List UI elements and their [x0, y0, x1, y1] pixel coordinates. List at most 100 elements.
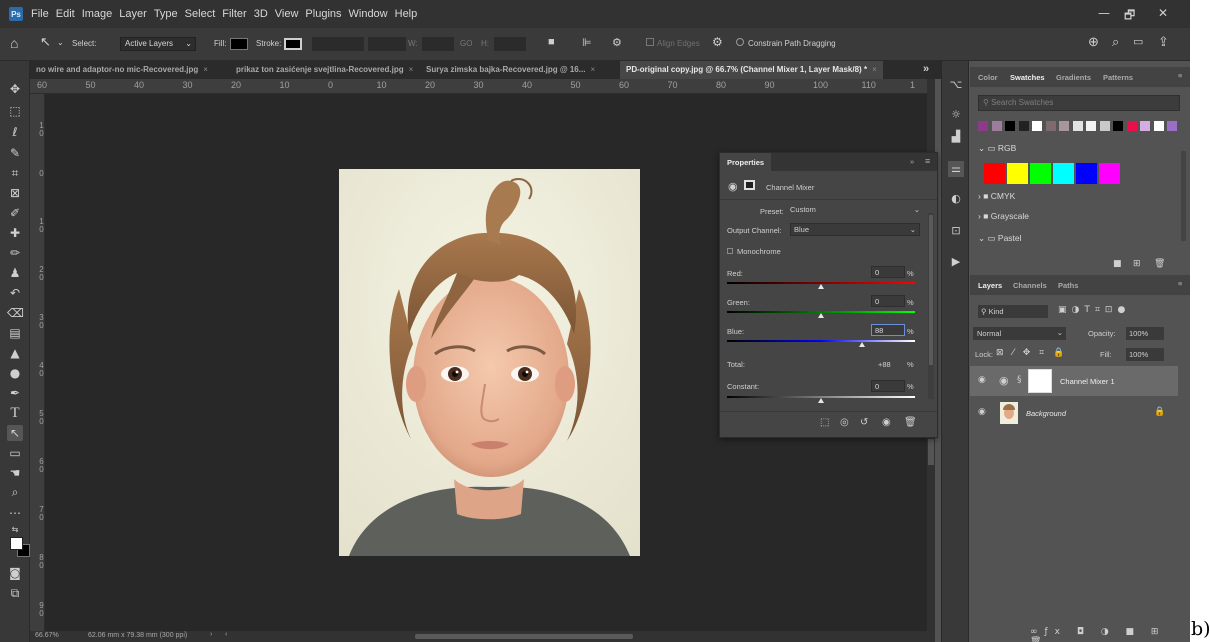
green-value-field[interactable]: 0: [871, 295, 905, 307]
blue-slider-thumb[interactable]: [859, 342, 866, 347]
layer-name[interactable]: Background: [1026, 409, 1066, 418]
constant-value-field[interactable]: 0: [871, 380, 905, 392]
tab-color[interactable]: Color: [978, 73, 998, 82]
swatch[interactable]: [1126, 121, 1137, 131]
tab-layers[interactable]: Layers: [978, 281, 1002, 290]
menu-layer[interactable]: Layer: [119, 8, 147, 20]
tab-gradients[interactable]: Gradients: [1056, 73, 1091, 82]
layer-row[interactable]: ◉ ◉ § Channel Mixer 1: [970, 366, 1178, 396]
properties-scrollbar[interactable]: [928, 213, 934, 399]
panel-menu-icon[interactable]: ≡: [1178, 71, 1182, 80]
visibility-eye-icon[interactable]: ◉: [882, 417, 891, 428]
status-menu-arrow-icon[interactable]: ›: [210, 631, 212, 638]
tabs-overflow-icon[interactable]: »: [923, 63, 929, 75]
link-icon[interactable]: §: [1017, 375, 1022, 385]
layer-filter-icons[interactable]: ▣◑T⌗⊡●: [1058, 305, 1130, 315]
path-selection-tool-icon[interactable]: ↖: [40, 34, 51, 50]
blue-slider-track[interactable]: [727, 340, 915, 342]
properties-scrollbar-thumb[interactable]: [929, 215, 933, 365]
export-icon[interactable]: ⇪: [1158, 34, 1169, 50]
path-alignment-icon[interactable]: ⊫: [582, 36, 592, 49]
swatch[interactable]: [1030, 163, 1051, 184]
swatch[interactable]: [1007, 163, 1028, 184]
close-icon[interactable]: ×: [872, 65, 877, 74]
menu-file[interactable]: File: [31, 8, 49, 20]
hand-tool-icon[interactable]: ☚: [7, 465, 23, 481]
collapse-icon[interactable]: »: [910, 157, 914, 166]
menu-type[interactable]: Type: [154, 8, 178, 20]
tab-patterns[interactable]: Patterns: [1103, 73, 1133, 82]
clone-stamp-tool-icon[interactable]: ♟: [7, 265, 23, 281]
search-icon[interactable]: ⌕: [1112, 34, 1119, 50]
menu-3d[interactable]: 3D: [254, 8, 268, 20]
layer-name[interactable]: Channel Mixer 1: [1060, 377, 1115, 386]
swatch[interactable]: [1032, 121, 1042, 131]
swatch[interactable]: [1076, 163, 1097, 184]
document-tab[interactable]: prikaz ton zasićenje svejtlina-Recovered…: [230, 61, 419, 79]
history-icon[interactable]: ⌥: [948, 77, 964, 93]
path-arrangement-icon[interactable]: ⚙: [612, 36, 622, 49]
view-previous-state-icon[interactable]: ◎: [840, 417, 849, 428]
chevron-down-icon[interactable]: ⌄: [57, 38, 64, 47]
vertical-scrollbar-thumb[interactable]: [928, 439, 934, 465]
swatch[interactable]: [1099, 121, 1110, 131]
swatch[interactable]: [1059, 121, 1069, 131]
clip-to-layer-icon[interactable]: ⬚: [820, 417, 829, 428]
panel-menu-icon[interactable]: ≡: [925, 156, 930, 166]
tab-paths[interactable]: Paths: [1058, 281, 1078, 290]
home-icon[interactable]: ⌂: [10, 35, 18, 51]
swatch[interactable]: [1113, 121, 1123, 131]
green-slider-thumb[interactable]: [818, 313, 824, 318]
menu-filter[interactable]: Filter: [222, 8, 246, 20]
swatch[interactable]: [1167, 121, 1177, 131]
minimize-button[interactable]: —: [1098, 6, 1110, 20]
blur-tool-icon[interactable]: ▲: [7, 345, 23, 361]
align-edges-checkbox[interactable]: [646, 38, 654, 46]
quick-selection-tool-icon[interactable]: ✎: [7, 145, 23, 161]
stroke-type-dropdown[interactable]: [368, 37, 406, 51]
swatch[interactable]: [1018, 121, 1029, 131]
fill-field[interactable]: 100%: [1126, 348, 1164, 361]
gear-icon[interactable]: ⚙: [712, 35, 723, 49]
layer-filter-dropdown[interactable]: ⚲ Kind: [978, 305, 1048, 318]
tab-channels[interactable]: Channels: [1013, 281, 1047, 290]
layer-mask-thumbnail[interactable]: [1028, 369, 1052, 393]
history-brush-tool-icon[interactable]: ↶: [7, 285, 23, 301]
swatch[interactable]: [1153, 121, 1164, 131]
scroll-left-arrow-icon[interactable]: ‹: [225, 631, 227, 638]
lock-icons[interactable]: ⊠ ⁄ ✥ ⌗ 🔒: [996, 348, 1067, 358]
visibility-eye-icon[interactable]: ◉: [978, 407, 986, 417]
close-icon[interactable]: ×: [409, 65, 414, 74]
document-tab[interactable]: no wire and adaptor-no mic-Recovered.jpg…: [30, 61, 214, 79]
actions-play-icon[interactable]: ▶: [948, 254, 964, 270]
menu-view[interactable]: View: [275, 8, 299, 20]
fill-swatch[interactable]: [230, 38, 248, 50]
swatch[interactable]: [1140, 121, 1150, 131]
rectangle-tool-icon[interactable]: ▭: [7, 445, 23, 461]
layer-row[interactable]: ◉ Background 🔒: [970, 398, 1178, 428]
histogram-icon[interactable]: ▟: [948, 129, 964, 145]
blue-value-field[interactable]: 88: [871, 324, 905, 336]
visibility-eye-icon[interactable]: ◉: [978, 375, 986, 385]
swatch[interactable]: [1099, 163, 1120, 184]
new-swatch-icon[interactable]: ⊞: [1133, 259, 1141, 269]
menu-plugins[interactable]: Plugins: [305, 8, 341, 20]
swatch-folder-cmyk[interactable]: › ■ CMYK: [978, 191, 1180, 207]
workspace-icon[interactable]: ▭: [1133, 35, 1143, 48]
height-field[interactable]: [494, 37, 526, 51]
move-tool-icon[interactable]: ✥: [7, 81, 23, 97]
swatch-folder-rgb[interactable]: ⌄ ▭ RGB: [978, 143, 1180, 159]
width-field[interactable]: [422, 37, 454, 51]
swatch-folder-pastel[interactable]: ⌄ ▭ Pastel: [978, 233, 1180, 249]
constrain-path-checkbox[interactable]: [736, 38, 744, 46]
close-icon[interactable]: ×: [590, 65, 595, 74]
stroke-width-field[interactable]: [312, 37, 364, 51]
brush-tool-icon[interactable]: ✏: [7, 245, 23, 261]
swatch[interactable]: [1086, 121, 1096, 131]
swatch[interactable]: [1045, 121, 1056, 131]
healing-brush-tool-icon[interactable]: ✚: [7, 225, 23, 241]
lasso-tool-icon[interactable]: ℓ: [7, 124, 23, 140]
swatch[interactable]: [1005, 121, 1015, 131]
pen-tool-icon[interactable]: ✒: [7, 385, 23, 401]
properties-panel-icon[interactable]: ⚌: [948, 161, 964, 177]
